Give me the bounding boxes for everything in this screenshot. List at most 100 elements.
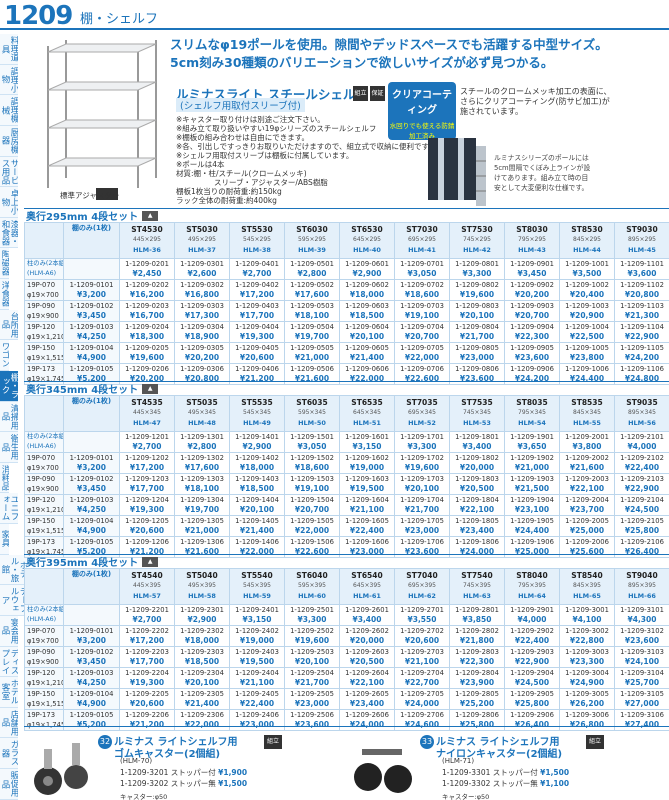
icon-badges: 組立 保証 bbox=[353, 86, 385, 101]
shelf-price-cell: 1-1209-2401 ¥3,150 bbox=[229, 604, 285, 626]
model-cell: ST4535 445×345 HLM-47 bbox=[119, 395, 175, 432]
rubber-caster-image bbox=[34, 743, 88, 795]
set-price-cell: 1-1209-2305 ¥21,400 bbox=[174, 688, 230, 710]
sidebar-tab[interactable]: ワゴン bbox=[0, 340, 9, 371]
sidebar-tab[interactable]: ホテル客室 bbox=[0, 677, 18, 708]
set-price-cell: 1-1209-2002 ¥21,600 bbox=[559, 452, 615, 474]
sidebar-tab[interactable]: 調理小物 bbox=[0, 64, 18, 96]
table-row: 19P-150 φ19×1,515 1-1209-0104 ¥4,900 1-1209-… bbox=[24, 342, 669, 364]
set-price-cell: 1-1209-2005 ¥25,000 bbox=[559, 515, 615, 537]
pole-label: 柱のみ(2本組) bbox=[27, 606, 64, 613]
model-cell: ST6540 645×395 HLM-61 bbox=[339, 568, 395, 605]
sidebar-tab[interactable]: 衛生用品 bbox=[0, 432, 18, 463]
page-header: 1209 棚・シェルフ bbox=[0, 0, 669, 31]
set-price-cell: 1-1209-2102 ¥22,400 bbox=[614, 452, 669, 474]
sidebar-tab[interactable]: 店舗用品 bbox=[0, 707, 18, 739]
shelf-price-cell: 1-1209-2701 ¥3,550 bbox=[394, 604, 450, 626]
coat-text: 施されています。 bbox=[460, 107, 523, 116]
table-row: 19P-070 φ19×700 1-1209-0101 ¥3,200 1-1209-02… bbox=[24, 279, 669, 301]
sidebar-tab[interactable]: 清掃用品 bbox=[0, 401, 18, 433]
set-price-cell: 1-1209-2304 ¥20,100 bbox=[174, 667, 230, 689]
shelf-row: 柱のみ(2本組) (HLM-A6) 1-1209-1201 ¥2,700 1-1209-… bbox=[24, 431, 669, 453]
sidebar-tab[interactable]: 消耗品 bbox=[0, 462, 9, 494]
set-price-cell: 1-1209-1602 ¥19,000 bbox=[339, 452, 395, 474]
pole-price-cell: 1-1209-0104 ¥4,900 bbox=[63, 688, 120, 710]
sidebar-tab[interactable]: サービス用品 bbox=[0, 156, 18, 188]
sidebar-tab[interactable]: ガラス器 bbox=[0, 738, 18, 769]
set-price-cell: 1-1209-0603 ¥18,500 bbox=[339, 300, 395, 322]
sidebar-tab[interactable]: 厨房機器 bbox=[0, 125, 18, 157]
caster-row: 1-1209-3301 ストッパー付 ¥1,500 bbox=[442, 768, 570, 777]
shelf-price-cell: 1-1209-1801 ¥3,400 bbox=[449, 431, 505, 453]
tool-icon: ▲ bbox=[142, 210, 159, 221]
set-price-cell: 1-1209-3002 ¥22,800 bbox=[559, 625, 615, 647]
sidebar-tab[interactable]: 台所用品 bbox=[0, 309, 18, 341]
set-price-cell: 1-1209-2302 ¥18,000 bbox=[174, 625, 230, 647]
set-price-cell: 1-1209-0503 ¥18,100 bbox=[284, 300, 340, 322]
pole-size: φ19×1,210 bbox=[27, 333, 64, 341]
set-price-cell: 1-1209-0704 ¥20,700 bbox=[394, 321, 450, 343]
sidebar-tab[interactable]: 卓上小物 bbox=[0, 187, 18, 218]
sidebar-tab[interactable]: 家具 bbox=[0, 524, 9, 555]
model-cell: ST9035 895×345 HLM-56 bbox=[614, 395, 669, 432]
set-price-cell: 1-1209-0705 ¥22,000 bbox=[394, 342, 450, 364]
pole-closeup-image bbox=[476, 146, 486, 206]
table-row: 19P-120 φ19×1,210 1-1209-0103 ¥4,250 1-1209-… bbox=[24, 667, 669, 689]
pole-price-cell: 1-1209-0104 ¥4,900 bbox=[63, 515, 120, 537]
shelf-price-cell: 1-1209-2801 ¥3,850 bbox=[449, 604, 505, 626]
sidebar-tab[interactable]: ホテル・旅館 bbox=[0, 554, 27, 586]
page-number: 1209 bbox=[4, 1, 73, 31]
sidebar-tab[interactable]: 調理機械 bbox=[0, 95, 18, 126]
shelf-price-cell: 1-1209-2201 ¥2,700 bbox=[119, 604, 175, 626]
set-price-cell: 1-1209-0805 ¥23,000 bbox=[449, 342, 505, 364]
set-price-cell: 1-1209-2203 ¥17,700 bbox=[119, 646, 175, 668]
model-row: 棚のみ(1枚) ST4540 445×395 HLM-57 ST5040 495×395 H… bbox=[24, 568, 669, 605]
price-table-395: 奥行395mm 4段セット ▲ 棚のみ(1枚) ST4540 445×395 HLM-57… bbox=[24, 554, 669, 731]
pole-size: φ19×1,210 bbox=[27, 679, 64, 687]
set-price-cell: 1-1209-1202 ¥17,200 bbox=[119, 452, 175, 474]
table-row: 19P-090 φ19×900 1-1209-0102 ¥3,450 1-1209-22… bbox=[24, 646, 669, 668]
caster-section: 32 ルミナス ライトシェルフ用 ゴムキャスター(2個組) 組立 (HLM-70… bbox=[24, 726, 669, 800]
section-title: 奥行295mm 4段セット bbox=[26, 212, 139, 223]
set-price-cell: 1-1209-1003 ¥20,900 bbox=[559, 300, 615, 322]
price-table-345: 奥行345mm 4段セット ▲ 棚のみ(1枚) ST4535 445×345 HLM-47… bbox=[24, 381, 669, 558]
pole-price-cell: 1-1209-0101 ¥3,200 bbox=[63, 279, 120, 301]
pole-size: φ19×1,515 bbox=[27, 354, 64, 362]
pole-sublabel: (HLM-A6) bbox=[27, 443, 57, 450]
section-header: 奥行345mm 4段セット ▲ bbox=[24, 381, 669, 396]
model-row: 棚のみ(1枚) ST4530 445×295 HLM-36 ST5030 495×295 H… bbox=[24, 222, 669, 259]
sidebar-tab[interactable]: 棚・ラック bbox=[0, 370, 18, 402]
sidebar-tab[interactable]: 販促用品 bbox=[0, 769, 18, 800]
set-price-cell: 1-1209-2903 ¥22,900 bbox=[504, 646, 560, 668]
assembly-icon: 組立 bbox=[586, 735, 604, 749]
pole-model: 19P-173 bbox=[27, 538, 56, 546]
sidebar-tab[interactable]: 宴会用品 bbox=[0, 615, 18, 647]
set-price-cell: 1-1209-2404 ¥21,100 bbox=[229, 667, 285, 689]
pole-size: φ19×700 bbox=[27, 291, 59, 299]
sidebar-tab[interactable]: テーブルウェア bbox=[0, 585, 27, 616]
sidebar-tab[interactable]: 陶磁器 bbox=[0, 248, 9, 279]
set-price-cell: 1-1209-1802 ¥20,000 bbox=[449, 452, 505, 474]
set-price-cell: 1-1209-2503 ¥20,100 bbox=[284, 646, 340, 668]
sidebar-tab[interactable]: ユニフォーム bbox=[0, 493, 18, 524]
set-price-cell: 1-1209-0905 ¥23,600 bbox=[504, 342, 560, 364]
shelf-price-cell: 1-1209-2101 ¥4,000 bbox=[614, 431, 669, 453]
shelf-price-cell: 1-1209-2601 ¥3,400 bbox=[339, 604, 395, 626]
page-category: 棚・シェルフ bbox=[80, 12, 159, 27]
sidebar-tab[interactable]: ディスプレイ bbox=[0, 646, 18, 678]
coating-closeup-image bbox=[428, 138, 476, 200]
sidebar-tab[interactable]: 洋食器 bbox=[0, 279, 9, 310]
set-price-cell: 1-1209-1502 ¥18,600 bbox=[284, 452, 340, 474]
pole-price-cell: 1-1209-0102 ¥3,450 bbox=[63, 473, 120, 495]
sidebar-tab[interactable]: 漆器・和食器 bbox=[0, 217, 18, 249]
sidebar-tab[interactable]: 料理道具 bbox=[0, 34, 18, 65]
table-row: 19P-070 φ19×700 1-1209-0101 ¥3,200 1-1209-22… bbox=[24, 625, 669, 647]
set-price-cell: 1-1209-3102 ¥23,600 bbox=[614, 625, 669, 647]
set-price-cell: 1-1209-2205 ¥20,600 bbox=[119, 688, 175, 710]
pole-price-cell: 1-1209-0104 ¥4,900 bbox=[63, 342, 120, 364]
shelf-price-cell: 1-1209-2001 ¥3,800 bbox=[559, 431, 615, 453]
shelf-label: 棚のみ(1枚) bbox=[63, 568, 120, 605]
shelf-price-cell: 1-1209-1701 ¥3,300 bbox=[394, 431, 450, 453]
set-price-cell: 1-1209-0802 ¥19,600 bbox=[449, 279, 505, 301]
set-price-cell: 1-1209-1203 ¥17,700 bbox=[119, 473, 175, 495]
